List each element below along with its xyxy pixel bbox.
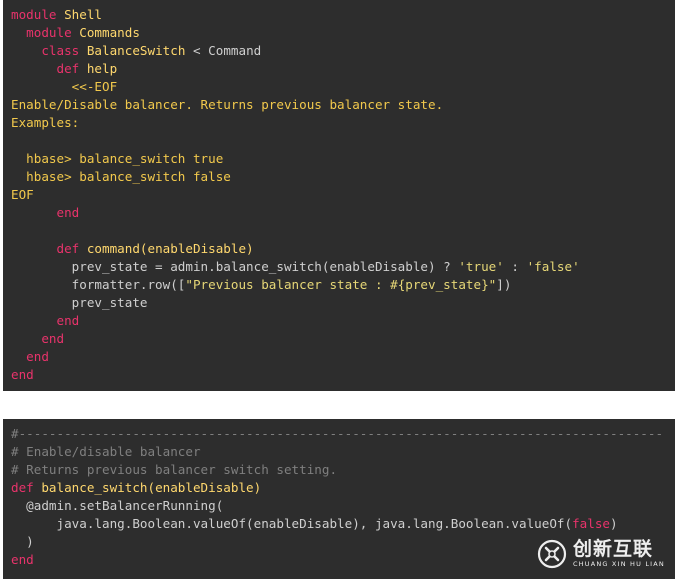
code-token: end: [11, 313, 80, 328]
code-token: def: [11, 480, 34, 495]
code-token: #---------------------------------------…: [11, 426, 664, 441]
code-token: Examples:: [11, 115, 80, 130]
code-token: module: [11, 7, 57, 22]
code-line: java.lang.Boolean.valueOf(enableDisable)…: [11, 515, 663, 533]
code-line: end: [11, 366, 580, 384]
code-token: false: [572, 516, 610, 531]
code-line: prev_state: [11, 294, 580, 312]
code-token: Enable/Disable balancer. Returns previou…: [11, 97, 444, 112]
code-line: @admin.setBalancerRunning(: [11, 497, 663, 515]
code-line: # Enable/disable balancer: [11, 443, 663, 461]
code-line: Examples:: [11, 114, 580, 132]
code-token: prev_state: [11, 295, 148, 310]
code-token: end: [11, 552, 34, 567]
watermark-brand-cn: 创新互联: [572, 538, 653, 561]
code-token: ): [11, 534, 34, 549]
code-token: "Previous balancer state : #{prev_state}…: [185, 277, 497, 292]
code-line: hbase> balance_switch false: [11, 168, 580, 186]
code-line: EOF: [11, 186, 580, 204]
code-token: end: [11, 205, 80, 220]
code-line: end: [11, 330, 580, 348]
code-token: prev_state = admin.balance_switch(enable…: [11, 259, 459, 274]
code-token: end: [11, 367, 34, 382]
code-token: end: [11, 331, 65, 346]
code-line: <<-EOF: [11, 78, 580, 96]
code-line: module Commands: [11, 24, 580, 42]
code-token: # Returns previous balancer switch setti…: [11, 462, 338, 477]
code-token: 'true': [458, 259, 504, 274]
code-line: end: [11, 204, 580, 222]
code-token: java.lang.Boolean.valueOf(enableDisable)…: [11, 516, 573, 531]
code-block-ruby-shell: module Shell module Commands class Balan…: [3, 0, 675, 391]
code-token: Shell: [56, 7, 102, 22]
code-line: #---------------------------------------…: [11, 425, 663, 443]
watermark-brand-en: CHUANG XIN HU LIAN: [572, 560, 665, 569]
code-line: def balance_switch(enableDisable): [11, 479, 663, 497]
code-line: formatter.row(["Previous balancer state …: [11, 276, 580, 294]
watermark-logo: 创新互联 CHUANG XIN HU LIAN: [537, 539, 665, 569]
code-token: help: [79, 61, 118, 76]
code-line: class BalanceSwitch < Command: [11, 42, 580, 60]
code-line: def help: [11, 60, 580, 78]
code-block-ruby-admin: #---------------------------------------…: [3, 419, 675, 579]
code-lines: module Shell module Commands class Balan…: [11, 6, 580, 384]
code-token: command(enableDisable): [79, 241, 254, 256]
code-token: <<-EOF: [11, 79, 118, 94]
code-line: hbase> balance_switch true: [11, 150, 580, 168]
code-token: class: [11, 43, 80, 58]
brand-logo-icon: [537, 539, 567, 569]
code-token: hbase> balance_switch false: [11, 169, 231, 184]
code-token: EOF: [11, 187, 34, 202]
code-token: BalanceSwitch: [79, 43, 186, 58]
code-line: Enable/Disable balancer. Returns previou…: [11, 96, 580, 114]
code-token: hbase> balance_switch true: [11, 151, 224, 166]
code-token: Commands: [71, 25, 140, 40]
code-line: end: [11, 348, 580, 366]
code-token: 'false': [526, 259, 580, 274]
code-token: < Command: [185, 43, 262, 58]
code-line: module Shell: [11, 6, 580, 24]
code-token: formatter.row([: [11, 277, 186, 292]
code-token: module: [11, 25, 72, 40]
code-token: :: [503, 259, 527, 274]
code-line: def command(enableDisable): [11, 240, 580, 258]
code-token: @admin.setBalancerRunning(: [11, 498, 224, 513]
code-line: end: [11, 312, 580, 330]
code-token: # Enable/disable balancer: [11, 444, 201, 459]
code-token: def: [11, 241, 80, 256]
code-token: ): [610, 516, 618, 531]
code-line: prev_state = admin.balance_switch(enable…: [11, 258, 580, 276]
code-token: ]): [496, 277, 512, 292]
code-token: def: [11, 61, 80, 76]
code-token: balance_switch(enableDisable): [33, 480, 262, 495]
code-line: # Returns previous balancer switch setti…: [11, 461, 663, 479]
code-token: end: [11, 349, 49, 364]
